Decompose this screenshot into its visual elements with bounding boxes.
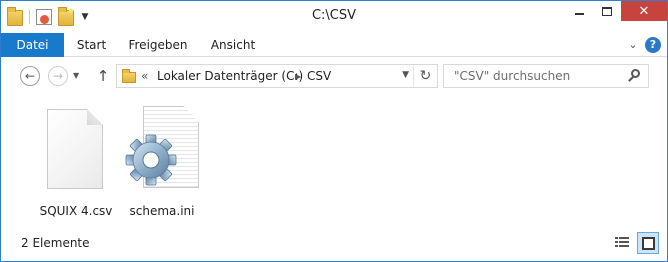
tab-view[interactable]: Ansicht: [197, 33, 269, 57]
forward-button[interactable]: →: [48, 66, 68, 86]
breadcrumb-item-drive[interactable]: Lokaler Datenträger (C:): [157, 69, 303, 83]
breadcrumb-item-csv[interactable]: CSV: [307, 69, 331, 83]
large-icons-view-icon: [642, 237, 655, 250]
explorer-window: ▼ C:\CSV ✕ Datei Start Freigeben Ansicht…: [0, 0, 668, 262]
item-count: 2 Elemente: [21, 236, 90, 250]
chevron-down-icon[interactable]: ⌄: [625, 37, 641, 53]
help-icon[interactable]: ?: [645, 37, 661, 53]
file-name: SQUIX 4.csv: [39, 204, 113, 218]
search-placeholder: "CSV" durchsuchen: [454, 69, 571, 83]
tab-start[interactable]: Start: [64, 33, 119, 57]
status-bar: 2 Elemente: [1, 229, 667, 261]
title-bar: ▼ C:\CSV ✕: [1, 1, 667, 33]
file-name: schema.ini: [129, 204, 195, 218]
recent-locations-dropdown-icon[interactable]: ▼: [73, 71, 79, 80]
minimize-icon: [574, 13, 584, 15]
back-button[interactable]: ←: [20, 66, 40, 86]
close-button[interactable]: ✕: [621, 1, 667, 21]
file-list[interactable]: SQUIX 4.csv schema.ini: [1, 94, 667, 229]
search-icon[interactable]: [628, 69, 642, 83]
folder-icon: [122, 69, 136, 83]
up-arrow-icon[interactable]: ↑: [95, 67, 111, 85]
details-view-button[interactable]: [611, 232, 633, 254]
search-input[interactable]: "CSV" durchsuchen: [443, 64, 649, 88]
navigation-bar: ← → ▼ ↑ « Lokaler Datenträger (C:) ▶ CSV…: [1, 58, 667, 94]
page-fold: [87, 109, 103, 125]
ribbon-tabs: Datei Start Freigeben Ansicht ⌄ ?: [1, 33, 667, 57]
details-view-icon: [615, 237, 629, 248]
breadcrumb-overflow[interactable]: «: [141, 69, 148, 83]
tab-file[interactable]: Datei: [1, 33, 64, 57]
tab-share[interactable]: Freigeben: [119, 33, 197, 57]
address-bar[interactable]: « Lokaler Datenträger (C:) ▶ CSV ▼ ↻: [116, 64, 438, 88]
address-dropdown-icon[interactable]: ▼: [402, 70, 409, 80]
large-icons-view-button[interactable]: [637, 232, 659, 254]
minimize-button[interactable]: [565, 1, 593, 21]
refresh-icon[interactable]: ↻: [413, 65, 437, 87]
maximize-button[interactable]: [593, 1, 621, 21]
gear-icon: [125, 134, 177, 186]
maximize-icon: [602, 6, 612, 16]
breadcrumb-separator[interactable]: ▶: [295, 72, 301, 81]
window-controls: ✕: [565, 1, 667, 21]
close-icon: ✕: [638, 3, 650, 19]
